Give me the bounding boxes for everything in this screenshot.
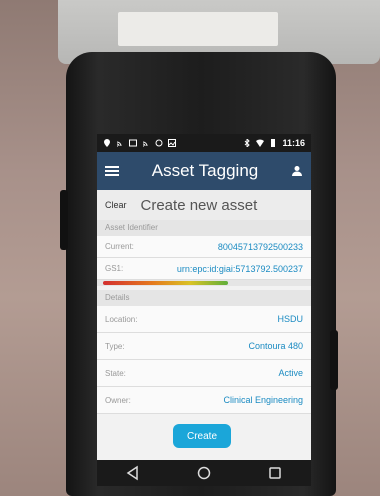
detail-value: Active <box>278 368 303 378</box>
gallery-icon <box>129 139 137 147</box>
background-label-sticker <box>118 12 278 46</box>
status-time: 11:16 <box>282 138 305 148</box>
form-title: Create new asset <box>140 196 258 214</box>
status-icons-left <box>103 139 176 147</box>
battery-icon <box>271 139 276 147</box>
app-bar: Asset Tagging <box>97 152 311 190</box>
section-asset-identifier: Asset Identifier <box>97 220 311 236</box>
detail-label: State: <box>105 368 126 378</box>
detail-row-state[interactable]: State: Active <box>97 360 311 387</box>
detail-row-type[interactable]: Type: Contoura 480 <box>97 333 311 360</box>
app-title: Asset Tagging <box>151 161 259 180</box>
device-side-button-left <box>60 190 68 250</box>
image-icon <box>168 139 176 147</box>
current-value: 800457137925002​33 <box>217 241 303 252</box>
detail-value: HSDU <box>277 314 303 324</box>
gs1-label: GS1: <box>105 264 124 273</box>
detail-value: Clinical Engineering <box>223 395 303 405</box>
current-label: Current: <box>105 242 134 251</box>
device-side-button-right <box>330 330 338 390</box>
detail-label: Owner: <box>105 395 131 405</box>
detail-label: Type: <box>105 341 125 351</box>
form-header: Clear Create new asset <box>97 190 311 220</box>
gs1-value: urn:epc:id:giai:5713792.500237 <box>176 263 303 274</box>
person-icon[interactable] <box>291 165 303 177</box>
status-icons-right: 11:16 <box>243 138 305 148</box>
detail-label: Location: <box>105 314 138 324</box>
back-triangle-icon[interactable] <box>125 465 141 481</box>
detail-row-location[interactable]: Location: HSDU <box>97 306 311 333</box>
cast-icon <box>142 141 148 147</box>
detail-row-owner[interactable]: Owner: Clinical Engineering <box>97 387 311 414</box>
clear-button[interactable]: Clear <box>105 200 127 210</box>
current-id-row: Current: 800457137925002​33 <box>97 236 311 258</box>
detail-value: Contoura 480 <box>248 341 303 351</box>
details-list: Location: HSDU Type: Contoura 480 State:… <box>97 306 311 414</box>
wifi-icon <box>256 139 265 147</box>
gs1-row: GS1: urn:epc:id:giai:5713792.500237 <box>97 258 311 280</box>
hamburger-menu-icon[interactable] <box>105 166 119 176</box>
recents-square-icon[interactable] <box>267 465 283 481</box>
bluetooth-icon <box>245 139 251 147</box>
location-icon <box>104 139 110 147</box>
status-bar: 11:16 <box>97 134 311 152</box>
device-screen: 11:16 Asset Tagging Clear Create new ass… <box>97 134 311 486</box>
section-details: Details <box>97 290 311 306</box>
vpn-icon <box>155 139 163 147</box>
cast-icon <box>116 141 122 147</box>
signal-strength-fill <box>103 281 229 285</box>
create-button[interactable]: Create <box>173 424 231 448</box>
android-nav-bar <box>97 460 311 486</box>
home-circle-icon[interactable] <box>196 465 212 481</box>
signal-strength-bar <box>97 280 311 286</box>
